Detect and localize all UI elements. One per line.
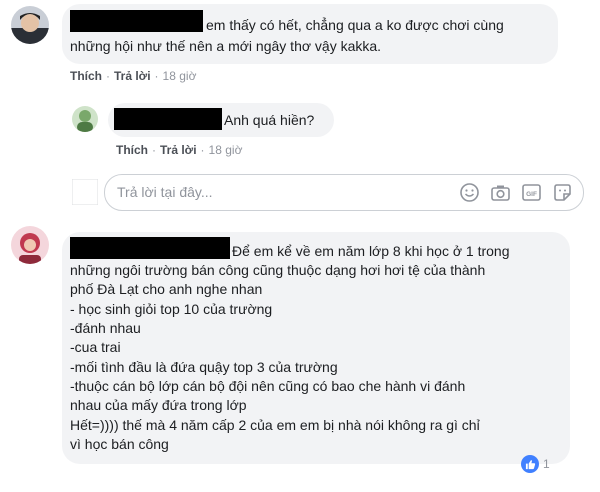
- redacted-name: [114, 108, 222, 130]
- like-link[interactable]: Thích: [70, 69, 102, 83]
- comment-text-line: -đánh nhau: [70, 320, 141, 336]
- separator: ·: [200, 143, 205, 157]
- separator: ·: [154, 69, 159, 83]
- comment-text-line: những hội như thế nên a mới ngây thơ vậy…: [70, 38, 382, 54]
- comment-bubble-2: Anh quá hiền?: [108, 103, 334, 137]
- reaction-summary[interactable]: 1: [521, 454, 550, 474]
- my-avatar: [72, 179, 98, 205]
- timestamp[interactable]: 18 giờ: [163, 69, 197, 83]
- comment-text-line: -cua trai: [70, 339, 121, 355]
- redacted-name: [70, 237, 230, 259]
- comment-text-line: nhau của mấy đứa trong lớp: [70, 397, 247, 413]
- comment-text-line: -thuộc cán bộ lớp cán bộ đội nên cũng có…: [70, 378, 466, 394]
- comment-text-line: vì học bán công: [70, 436, 169, 452]
- reply-link[interactable]: Trả lời: [160, 143, 197, 157]
- reply-placeholder: Trả lời tại đây...: [117, 184, 213, 200]
- avatar-placeholder: [72, 179, 98, 205]
- comment-text-line: Để em kể về em năm lớp 8 khi học ở 1 tro…: [232, 243, 510, 259]
- timestamp[interactable]: 18 giờ: [209, 143, 243, 157]
- avatar-photo: [11, 226, 49, 264]
- svg-text:GIF: GIF: [526, 191, 537, 198]
- comment-text-line: những ngôi trường bán công cũng thuộc dạ…: [70, 262, 486, 278]
- separator: ·: [152, 143, 156, 157]
- gif-icon[interactable]: GIF: [521, 182, 542, 203]
- comment-text-line: phố Đà Lạt cho anh nghe nhan: [70, 281, 263, 297]
- sticker-icon[interactable]: [552, 182, 573, 203]
- reply-tools: GIF: [459, 182, 573, 203]
- comment-actions-2: Thích · Trả lời · 18 giờ: [116, 142, 242, 158]
- smile-icon[interactable]: [459, 182, 480, 203]
- avatar-commenter-1[interactable]: [11, 6, 49, 44]
- reply-input[interactable]: Trả lời tại đây... GIF: [104, 174, 584, 211]
- avatar-photo: [11, 6, 49, 44]
- separator: ·: [106, 69, 110, 83]
- like-icon: [521, 455, 539, 473]
- avatar-photo: [72, 106, 98, 132]
- redacted-name: [70, 10, 203, 32]
- camera-icon[interactable]: [490, 182, 511, 203]
- comment-actions-1: Thích · Trả lời · 18 giờ: [70, 68, 196, 84]
- comment-text-line: Hết=)))) thế mà 4 năm cấp 2 của em em bị…: [70, 417, 480, 433]
- comment-text-line: -mối tình đầu là đứa quậy top 3 của trườ…: [70, 359, 338, 375]
- avatar-commenter-3[interactable]: [11, 226, 49, 264]
- comment-text-line: em thấy có hết, chẳng qua a ko được chơi…: [206, 17, 504, 33]
- comment-text-line: - học sinh giỏi top 10 của trường: [70, 301, 273, 317]
- like-link[interactable]: Thích: [116, 143, 148, 157]
- comment-bubble-3: Để em kể về em năm lớp 8 khi học ở 1 tro…: [62, 232, 570, 464]
- reaction-count: 1: [543, 457, 550, 471]
- reply-link[interactable]: Trả lời: [114, 69, 151, 83]
- comment-text-line: Anh quá hiền?: [224, 112, 315, 128]
- comment-bubble-1: em thấy có hết, chẳng qua a ko được chơi…: [62, 4, 558, 64]
- avatar-commenter-2[interactable]: [72, 106, 98, 132]
